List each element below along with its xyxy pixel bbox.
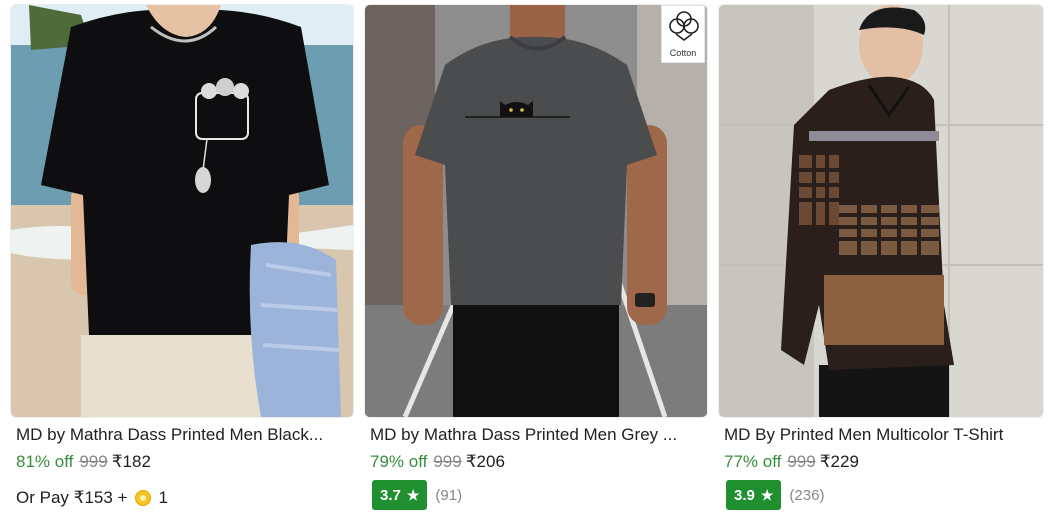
or-pay-label: Or Pay ₹153 + (16, 488, 128, 507)
rating-badge-3: 3.9 ★ (726, 480, 782, 510)
product-title-3[interactable]: MD By Printed Men Multicolor T-Shirt (724, 424, 1052, 446)
mrp-1: 999 (79, 452, 108, 471)
or-pay-offer: Or Pay ₹153 + 1 (16, 487, 168, 509)
price-row-1: 81% off 999 ₹182 (16, 451, 151, 473)
mrp-2: 999 (433, 452, 462, 471)
star-icon: ★ (406, 486, 420, 503)
rating-badge-2: 3.7 ★ (372, 480, 428, 510)
product-image-1[interactable] (10, 4, 354, 418)
price-row-2: 79% off 999 ₹206 (370, 451, 505, 473)
star-icon: ★ (760, 486, 774, 503)
discount-3: 77% off (724, 452, 782, 471)
price-1: ₹182 (111, 452, 151, 471)
price-2: ₹206 (465, 452, 505, 471)
cotton-label: Cotton (669, 48, 697, 58)
price-3: ₹229 (819, 452, 859, 471)
product-title-1[interactable]: MD by Mathra Dass Printed Men Black... (16, 424, 350, 446)
product-card-3[interactable]: MD By Printed Men Multicolor T-Shirt 77%… (718, 0, 1052, 520)
product-card-1[interactable]: MD by Mathra Dass Printed Men Black... 8… (10, 0, 354, 520)
discount-2: 79% off (370, 452, 428, 471)
rating-row-3: 3.9 ★ (236) (726, 480, 824, 510)
product-image-2[interactable]: Cotton (364, 4, 708, 418)
rating-count-3: (236) (789, 486, 825, 504)
product-title-2[interactable]: MD by Mathra Dass Printed Men Grey ... (370, 424, 704, 446)
coin-count: 1 (158, 488, 168, 507)
cotton-icon (669, 11, 699, 41)
mrp-3: 999 (787, 452, 816, 471)
rating-value-2: 3.7 (380, 486, 401, 504)
rating-value-3: 3.9 (734, 486, 755, 504)
discount-1: 81% off (16, 452, 74, 471)
rating-count-2: (91) (435, 486, 463, 504)
cotton-badge: Cotton (661, 5, 705, 63)
product-image-3[interactable] (718, 4, 1044, 418)
product-card-2[interactable]: Cotton MD by Mathra Dass Printed Men Gre… (364, 0, 708, 520)
rating-row-2: 3.7 ★ (91) (372, 480, 462, 510)
supercoin-icon (135, 490, 152, 506)
price-row-3: 77% off 999 ₹229 (724, 451, 859, 473)
